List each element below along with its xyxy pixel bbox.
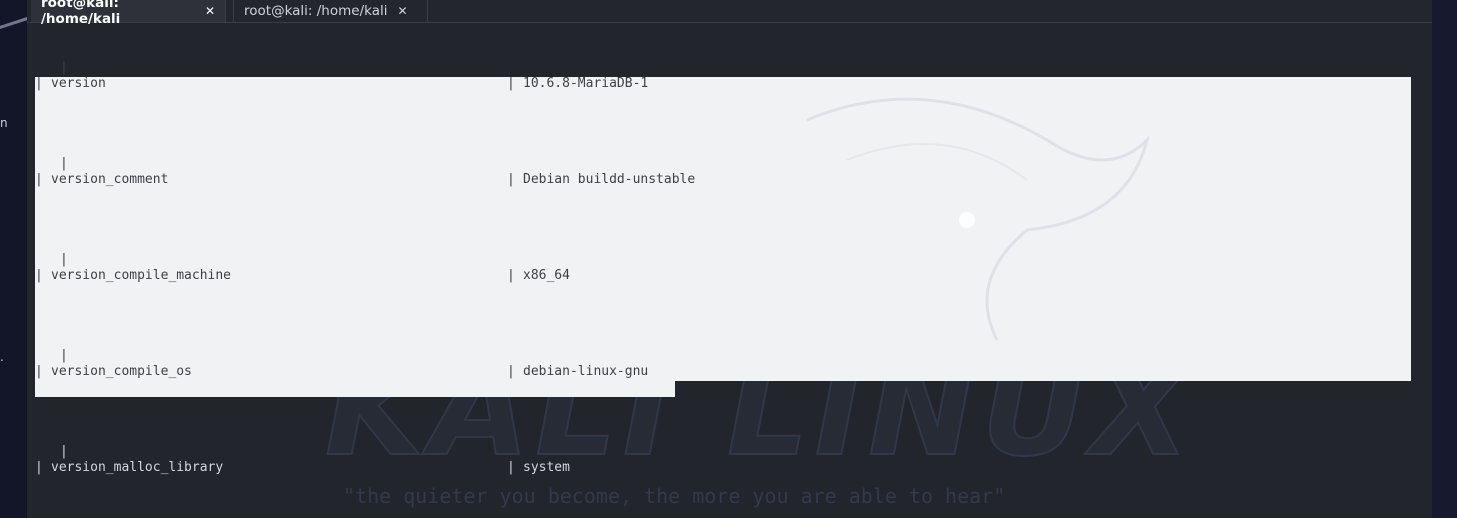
row-pipe: | [35, 364, 43, 379]
tab-root-kali-2[interactable]: root@kali: /home/kali ✕ [233, 0, 428, 22]
row-pipe: | [35, 76, 43, 91]
kali-tagline: "the quieter you become, the more you ar… [343, 484, 1006, 508]
row-pipe: | [35, 268, 43, 283]
wrap-pipe: | [60, 156, 68, 171]
variable-name: version [51, 76, 106, 91]
desktop-background-right [1432, 0, 1457, 518]
row-pipe: | [507, 460, 515, 475]
variable-value: 10.6.8-MariaDB-1 [523, 76, 649, 91]
desktop-background: n . [0, 0, 27, 518]
close-icon[interactable]: ✕ [397, 4, 407, 18]
close-icon[interactable]: ✕ [205, 4, 215, 18]
tab-root-kali-1[interactable]: root@kali: /home/kali ✕ [31, 0, 226, 27]
terminal-window[interactable]: root@kali: /home/kali ✕ root@kali: /home… [27, 0, 1432, 518]
tab-label: root@kali: /home/kali [41, 0, 121, 27]
row-pipe: | [507, 364, 515, 379]
row-pipe: | [35, 172, 43, 187]
tab-label: root@kali: /home/kali [244, 3, 388, 19]
variable-value: system [523, 460, 570, 475]
wrap-pipe: | [60, 444, 68, 459]
variable-name: version_malloc_library [51, 460, 224, 475]
desktop-text-fragment: n [0, 116, 8, 130]
variable-value: Debian buildd-unstable [523, 172, 696, 187]
wallpaper-streak [0, 15, 27, 32]
row-pipe: | [507, 172, 515, 187]
row-pipe: | [507, 76, 515, 91]
variable-name: version_comment [51, 172, 169, 187]
variable-value: debian-linux-gnu [523, 364, 649, 379]
wrap-pipe: | [60, 60, 68, 75]
tab-bar: root@kali: /home/kali ✕ root@kali: /home… [27, 0, 1432, 27]
row-pipe: | [35, 460, 43, 475]
variable-name: version_compile_machine [51, 268, 232, 283]
wrap-pipe: | [60, 252, 68, 267]
variable-value: x86_64 [523, 268, 570, 283]
text-selection-highlight [35, 381, 675, 397]
desktop-text-fragment: . [0, 350, 4, 364]
row-pipe: | [507, 268, 515, 283]
variable-name: version_compile_os [51, 364, 192, 379]
wrap-pipe: | [60, 348, 68, 363]
kali-dragon-watermark [806, 97, 1150, 341]
